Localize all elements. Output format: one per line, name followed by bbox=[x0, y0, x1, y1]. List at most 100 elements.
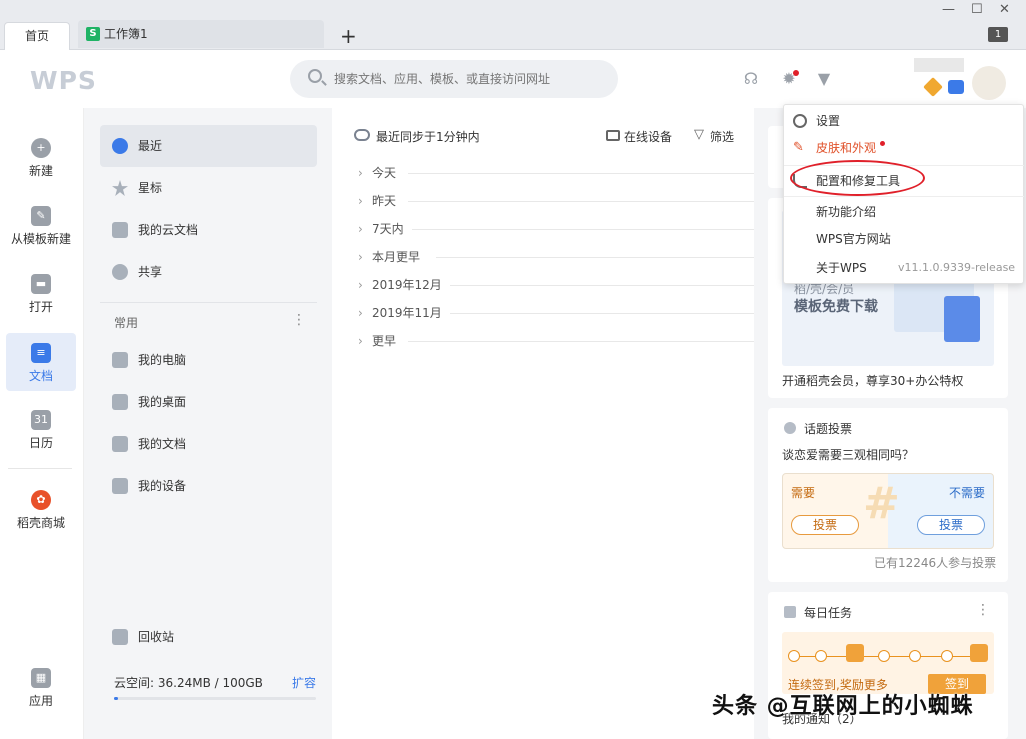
common-item-label: 我的桌面 bbox=[138, 395, 187, 409]
filter-button[interactable]: 筛选 bbox=[710, 128, 734, 145]
left-nav: + 新建 ✎ 从模板新建 ▬ 打开 ≡ 文档 31 日历 ✿ 稻壳商城 ▦ 应用 bbox=[0, 108, 84, 739]
progress-dot bbox=[788, 650, 800, 662]
menu-skin[interactable]: ✎ 皮肤和外观 bbox=[784, 134, 1024, 162]
nav-documents[interactable]: ≡ 文档 bbox=[6, 333, 76, 391]
brush-icon: ✎ bbox=[793, 140, 804, 155]
resume-illustration bbox=[944, 296, 980, 342]
document-icon: ≡ bbox=[31, 343, 51, 363]
tab-workbook[interactable]: S 工作簿1 bbox=[78, 20, 324, 48]
nav-calendar[interactable]: 31 日历 bbox=[6, 400, 76, 458]
common-item-label: 我的设备 bbox=[138, 479, 187, 493]
nav-template-label: 从模板新建 bbox=[10, 232, 71, 246]
location-cloud-label: 我的云文档 bbox=[138, 223, 199, 237]
common-my-documents[interactable]: 我的文档 bbox=[100, 423, 317, 465]
group-yesterday[interactable]: › 昨天 bbox=[358, 187, 754, 215]
location-starred[interactable]: 星标 bbox=[100, 167, 317, 209]
location-shared[interactable]: 共享 bbox=[100, 251, 317, 293]
menu-about[interactable]: 关于WPS v11.1.0.9339-release bbox=[784, 254, 1024, 282]
calendar-icon bbox=[784, 606, 796, 618]
highlight-ring bbox=[790, 160, 925, 196]
expand-link[interactable]: 扩容 bbox=[292, 674, 316, 691]
recycle-bin[interactable]: 回收站 bbox=[100, 616, 317, 658]
group-7days[interactable]: › 7天内 bbox=[358, 215, 754, 243]
location-cloud-docs[interactable]: 我的云文档 bbox=[100, 209, 317, 251]
gear-icon bbox=[793, 114, 807, 128]
cloud-sync-icon bbox=[354, 129, 370, 141]
avatar[interactable] bbox=[972, 66, 1006, 100]
group-this-month[interactable]: › 本月更早 bbox=[358, 243, 754, 271]
nav-open[interactable]: ▬ 打开 bbox=[6, 264, 76, 322]
task-title: 每日任务 bbox=[804, 606, 853, 620]
divider bbox=[436, 257, 754, 258]
folder-icon: ▬ bbox=[31, 274, 51, 294]
vote-no-button[interactable]: 投票 bbox=[917, 515, 985, 535]
search-input[interactable] bbox=[334, 69, 604, 89]
group-today[interactable]: › 今天 bbox=[358, 159, 754, 187]
tab-bar: 首页 S 工作簿1 + — ☐ ✕ 1 bbox=[0, 0, 1026, 50]
recycle-label: 回收站 bbox=[138, 630, 175, 644]
vote-yes-button[interactable]: 投票 bbox=[791, 515, 859, 535]
maximize-icon[interactable]: ☐ bbox=[971, 2, 983, 17]
trash-icon bbox=[112, 629, 128, 645]
tshirt-icon[interactable]: ▼ bbox=[815, 70, 833, 88]
tab-home[interactable]: 首页 bbox=[4, 22, 70, 50]
common-my-devices[interactable]: 我的设备 bbox=[100, 465, 317, 507]
nav-template-new[interactable]: ✎ 从模板新建 bbox=[6, 196, 76, 254]
apps-grid-icon: ▦ bbox=[31, 668, 51, 688]
online-devices-button[interactable]: 在线设备 bbox=[624, 128, 672, 145]
cube-icon bbox=[112, 222, 128, 238]
chevron-right-icon: › bbox=[358, 278, 363, 292]
search-box[interactable] bbox=[290, 60, 618, 98]
clock-icon bbox=[112, 138, 128, 154]
header: WPS ☊ ✹ ▼ bbox=[0, 50, 1026, 108]
computer-icon bbox=[112, 352, 128, 368]
headset-icon[interactable]: ☊ bbox=[742, 70, 760, 88]
nav-store-label: 稻壳商城 bbox=[16, 516, 65, 530]
vote-no-label: 不需要 bbox=[949, 486, 986, 500]
vote-title: 话题投票 bbox=[804, 422, 853, 436]
vote-yes-label: 需要 bbox=[791, 486, 816, 500]
common-my-computer[interactable]: 我的电脑 bbox=[100, 339, 317, 381]
chevron-right-icon: › bbox=[358, 334, 363, 348]
menu-new-features[interactable]: 新功能介绍 bbox=[784, 198, 1024, 226]
template-icon: ✎ bbox=[31, 206, 51, 226]
vote-question: 谈恋爱需要三观相同吗？ bbox=[782, 448, 915, 462]
notification-dot bbox=[879, 141, 885, 146]
hashtag-icon bbox=[784, 422, 796, 434]
settings-menu: 设置 ✎ 皮肤和外观 配置和修复工具 新功能介绍 WPS官方网站 关于WPS v… bbox=[783, 104, 1024, 284]
menu-settings-label: 设置 bbox=[816, 114, 841, 128]
divider bbox=[100, 302, 317, 303]
chevron-right-icon: › bbox=[358, 306, 363, 320]
menu-website-label: WPS官方网站 bbox=[816, 232, 891, 246]
nav-docer-store[interactable]: ✿ 稻壳商城 bbox=[6, 480, 76, 538]
location-recent[interactable]: 最近 bbox=[100, 125, 317, 167]
divider bbox=[408, 341, 754, 342]
nav-new[interactable]: + 新建 bbox=[6, 128, 76, 186]
window-count-badge[interactable]: 1 bbox=[988, 27, 1008, 42]
group-2019-12[interactable]: › 2019年12月 bbox=[358, 271, 754, 299]
common-my-desktop[interactable]: 我的桌面 bbox=[100, 381, 317, 423]
more-icon[interactable]: ⋮ bbox=[292, 312, 306, 328]
spreadsheet-icon: S bbox=[86, 27, 100, 41]
menu-settings[interactable]: 设置 bbox=[784, 107, 1024, 135]
file-list: 最近同步于1分钟内 在线设备 ▽ 筛选 › 今天 › 昨天 › 7天内 › 本月更早 ›… bbox=[332, 108, 754, 739]
minimize-icon[interactable]: — bbox=[942, 2, 955, 17]
location-starred-label: 星标 bbox=[138, 181, 163, 195]
menu-website[interactable]: WPS官方网站 bbox=[784, 225, 1024, 253]
notification-dot bbox=[793, 70, 799, 76]
divider bbox=[412, 229, 754, 230]
group-label: 7天内 bbox=[372, 222, 404, 236]
devices-icon bbox=[112, 478, 128, 494]
close-icon[interactable]: ✕ bbox=[999, 2, 1010, 17]
nav-divider bbox=[8, 468, 72, 469]
username-blur bbox=[914, 58, 964, 72]
vip-badge-icon bbox=[923, 77, 943, 97]
chevron-right-icon: › bbox=[358, 250, 363, 264]
group-2019-11[interactable]: › 2019年11月 bbox=[358, 299, 754, 327]
new-tab-button[interactable]: + bbox=[340, 24, 357, 48]
desktop-icon bbox=[112, 394, 128, 410]
nav-apps[interactable]: ▦ 应用 bbox=[6, 658, 76, 716]
more-icon[interactable]: ⋮ bbox=[976, 602, 990, 618]
group-earlier[interactable]: › 更早 bbox=[358, 327, 754, 355]
menu-divider bbox=[784, 196, 1024, 197]
